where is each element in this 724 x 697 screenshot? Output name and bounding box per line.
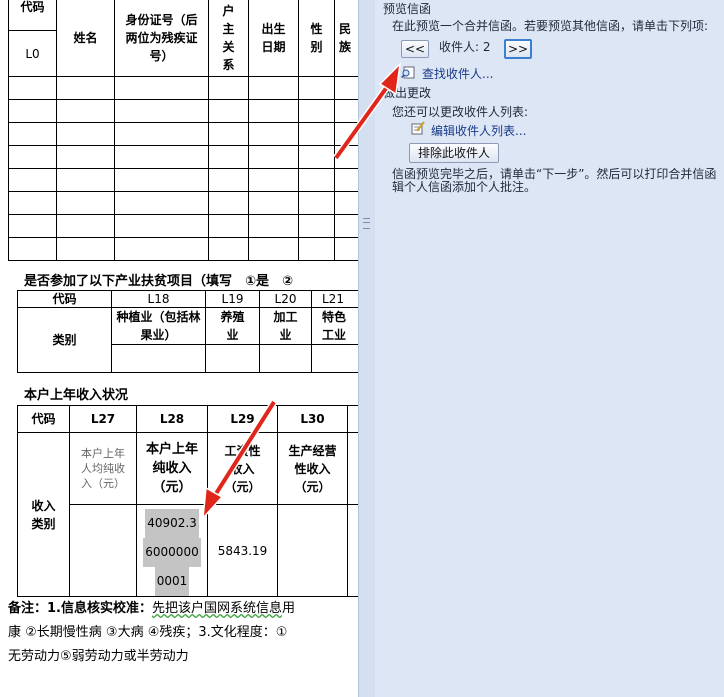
document-page: 代码 姓名 身份证号（后两位为残疾证号） 户主关系 出生日期 性别 民族 L0 … bbox=[0, 0, 358, 697]
find-recipient-icon bbox=[401, 66, 415, 79]
type-breeding: 养殖业 bbox=[205, 307, 260, 345]
recipient-counter: 收件人: 2 bbox=[439, 40, 491, 54]
finish-text-2: 辑个人信函添加个人批注。 bbox=[392, 180, 537, 194]
income-table: 代码 L27 L28 L29 L30 收入类别 本户上年人均纯收入（元） 本户上… bbox=[17, 405, 358, 597]
header-per-capita: 本户上年人均纯收入（元） bbox=[69, 432, 137, 505]
value-net-income: 40902.3 6000000 0001 bbox=[136, 504, 208, 597]
header-name: 姓名 bbox=[56, 0, 115, 77]
header-net-income: 本户上年纯收入（元） bbox=[136, 432, 208, 505]
row-code: L0 bbox=[8, 30, 57, 77]
col-l30: L30 bbox=[277, 405, 348, 433]
income-title: 本户上年收入状况 bbox=[24, 388, 129, 403]
income-code-label: 代码 bbox=[17, 405, 70, 433]
remarks-label: 备注：1.信息核实校准： bbox=[8, 601, 152, 616]
project-code-label: 代码 bbox=[17, 290, 112, 308]
value-wage-income: 5843.19 bbox=[207, 504, 278, 597]
col-l18: L18 bbox=[111, 290, 206, 308]
header-gender: 性别 bbox=[298, 0, 335, 77]
col-l19: L19 bbox=[205, 290, 260, 308]
exclude-recipient-button[interactable]: 排除此收件人 bbox=[409, 143, 499, 163]
type-industry: 特色工业 bbox=[311, 307, 358, 345]
net-income-line3: 0001 bbox=[154, 567, 190, 596]
col-l28: L28 bbox=[136, 405, 208, 433]
value-business-income bbox=[277, 504, 348, 597]
header-wage-income: 工资性收入（元） bbox=[207, 432, 278, 505]
next-recipient-button[interactable]: >> bbox=[504, 39, 532, 59]
header-id: 身份证号（后两位为残疾证号） bbox=[114, 0, 209, 77]
poverty-project-title: 是否参加了以下产业扶贫项目（填写 ①是 ② bbox=[24, 274, 294, 289]
edit-list-icon bbox=[411, 121, 425, 135]
remarks-text-1b: 用 bbox=[282, 601, 296, 616]
make-changes-header: 做出更改 bbox=[383, 86, 432, 100]
pane-splitter[interactable] bbox=[358, 0, 376, 697]
member-table: 代码 姓名 身份证号（后两位为残疾证号） 户主关系 出生日期 性别 民族 L0 bbox=[8, 0, 358, 261]
header-birth: 出生日期 bbox=[248, 0, 299, 77]
type-planting: 种植业（包括林果业） bbox=[111, 307, 206, 345]
remarks-text-1: 先把该户国网系统信息 bbox=[151, 601, 282, 616]
project-table: 代码 L18 L19 L20 L21 类别 种植业（包括林果业） 养殖业 加工业… bbox=[17, 290, 358, 373]
splitter-grip-icon[interactable] bbox=[363, 218, 370, 229]
project-category-label: 类别 bbox=[17, 307, 112, 373]
net-income-line1: 40902.3 bbox=[145, 509, 199, 538]
edit-recipient-list-link[interactable]: 编辑收件人列表... bbox=[431, 122, 526, 139]
make-changes-description: 您还可以更改收件人列表: bbox=[392, 105, 529, 119]
header-code: 代码 bbox=[8, 0, 57, 31]
previous-recipient-button[interactable]: << bbox=[401, 40, 429, 58]
value-per-capita bbox=[69, 504, 137, 597]
col-l21: L21 bbox=[311, 290, 358, 308]
preview-description: 在此预览一个合并信函。若要预览其他信函，请单击下列项: bbox=[392, 19, 709, 33]
header-relation: 户主关系 bbox=[208, 0, 249, 77]
remarks: 备注：1.信息核实校准：先把该户国网系统信息用 康 ②长期慢性病 ③大病 ④残疾… bbox=[8, 597, 358, 669]
find-recipient-link[interactable]: 查找收件人... bbox=[422, 65, 493, 82]
col-l27: L27 bbox=[69, 405, 137, 433]
remarks-text-2: 康 ②长期慢性病 ③大病 ④残疾；3.文化程度：① bbox=[8, 625, 288, 640]
income-category-label: 收入类别 bbox=[17, 432, 70, 597]
type-processing: 加工业 bbox=[259, 307, 312, 345]
mail-merge-pane: 预览信函 在此预览一个合并信函。若要预览其他信函，请单击下列项: << 收件人:… bbox=[375, 0, 724, 697]
preview-header: 预览信函 bbox=[383, 2, 432, 16]
net-income-line2: 6000000 bbox=[143, 538, 201, 567]
col-l20: L20 bbox=[259, 290, 312, 308]
remarks-text-3: 无劳动力⑤弱劳动力或半劳动力 bbox=[8, 649, 189, 664]
header-ethnic: 民族 bbox=[334, 0, 358, 77]
header-business-income: 生产经营性收入（元） bbox=[277, 432, 348, 505]
col-l29: L29 bbox=[207, 405, 278, 433]
